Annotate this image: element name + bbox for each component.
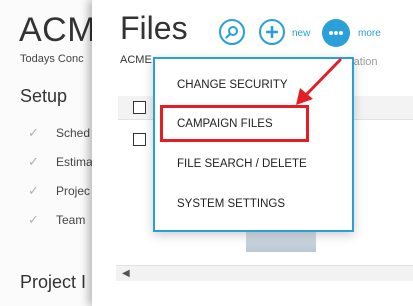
breadcrumb: ACME (120, 54, 152, 66)
more-label[interactable]: more (358, 28, 381, 39)
new-button[interactable] (259, 19, 285, 45)
row-checkbox[interactable] (133, 133, 146, 146)
more-button[interactable] (322, 19, 350, 47)
menu-item-system-settings[interactable]: SYSTEM SETTINGS (155, 184, 352, 224)
plus-icon (266, 26, 278, 38)
select-all-checkbox[interactable] (133, 101, 146, 114)
check-icon: ✓ (28, 182, 39, 198)
panel-title: Files (120, 10, 188, 46)
highlight-box (160, 105, 309, 142)
check-icon: ✓ (28, 211, 39, 227)
search-icon (225, 26, 238, 39)
scroll-left-icon[interactable]: ◀ (122, 266, 130, 282)
setup-steps: ✓ Sched ✓ Estima ✓ Projec ✓ Team (28, 118, 93, 234)
more-dots-icon (329, 31, 343, 35)
menu-item-file-search-delete[interactable]: FILE SEARCH / DELETE (155, 144, 352, 184)
app-subtitle: Todays Conc (20, 53, 84, 65)
setup-step[interactable]: ✓ Projec (28, 176, 93, 205)
menu-item-change-security[interactable]: CHANGE SECURITY (155, 65, 352, 105)
check-icon: ✓ (28, 124, 39, 140)
new-label[interactable]: new (292, 28, 310, 39)
more-dropdown-menu: CHANGE SECURITY CAMPAIGN FILES FILE SEAR… (153, 57, 354, 232)
file-thumbnail (246, 230, 316, 252)
search-button[interactable] (219, 19, 245, 45)
setup-step[interactable]: ✓ Sched (28, 118, 93, 147)
setup-step[interactable]: ✓ Team (28, 205, 93, 234)
background-label: ration (350, 56, 378, 68)
check-icon: ✓ (28, 153, 39, 169)
horizontal-scrollbar[interactable]: ◀ (116, 265, 413, 281)
setup-step[interactable]: ✓ Estima (28, 147, 93, 176)
project-heading: Project I (20, 272, 87, 292)
app-title: ACM (19, 11, 97, 49)
setup-heading: Setup (20, 86, 68, 106)
